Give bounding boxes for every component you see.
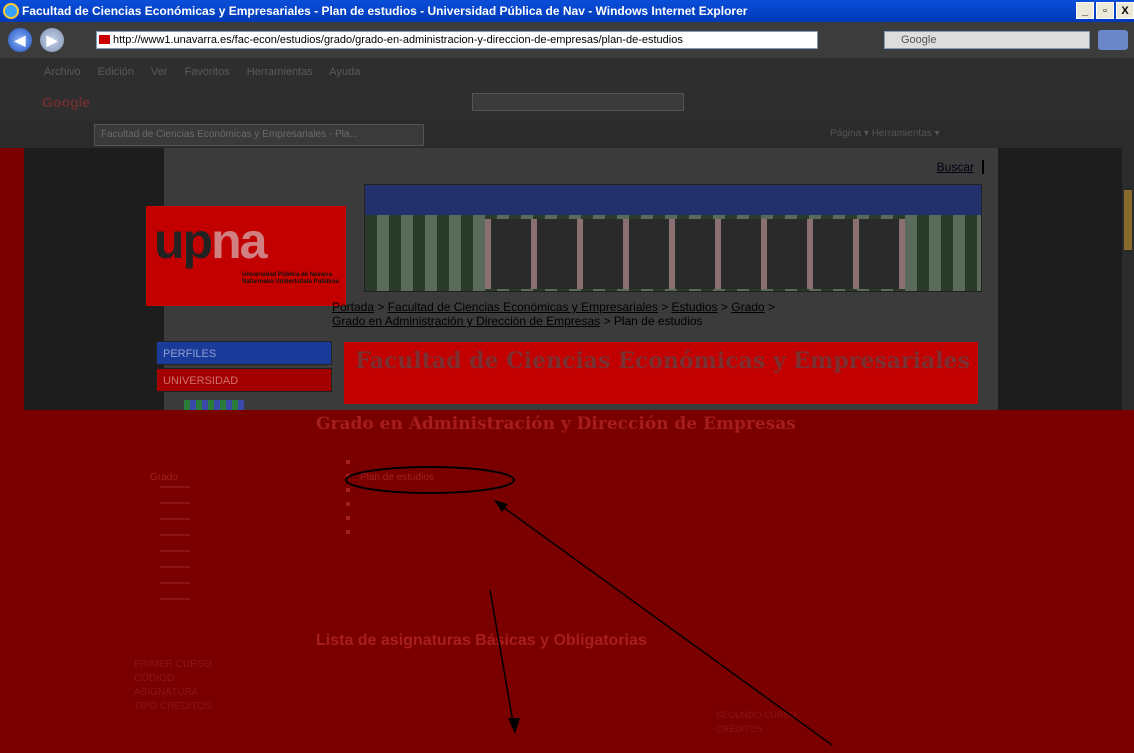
menu-item-herramientas[interactable]: Herramientas [247, 66, 313, 78]
address-bar: ◀ ▶ http://www1.unavarra.es/fac-econ/est… [0, 22, 1134, 58]
command-bar-tools[interactable]: Página ▾ Herramientas ▾ [830, 128, 940, 139]
sidebar-item-perfiles[interactable]: PERFILES [156, 341, 332, 365]
menu-item-ayuda[interactable]: Ayuda [329, 66, 360, 78]
asignatura-header: ASIGNATURA [134, 687, 199, 698]
url-text: http://www1.unavarra.es/fac-econ/estudio… [113, 34, 683, 46]
forward-button[interactable]: ▶ [40, 28, 64, 52]
upna-logo[interactable]: upna Universidad Pública de Navarra Nafa… [146, 206, 346, 306]
scrollbar-thumb[interactable] [1124, 190, 1132, 250]
breadcrumb-grado[interactable]: Grado [731, 300, 764, 314]
tab-facultad[interactable]: Facultad de Ciencias Económicas y Empres… [94, 124, 424, 146]
breadcrumb-facultad[interactable]: Facultad de Ciencias Económicas y Empres… [388, 300, 658, 314]
plan-de-estudios-link[interactable]: Plan de estudios [360, 472, 434, 483]
menu-item-edicion[interactable]: Edición [98, 66, 134, 78]
logo-na: na [211, 213, 267, 269]
codigo-header: CÓDIGO [134, 673, 175, 684]
minimize-button[interactable]: _ [1076, 2, 1094, 19]
back-button[interactable]: ◀ [8, 28, 32, 52]
search-field[interactable]: Google [884, 31, 1090, 49]
breadcrumb-portada[interactable]: Portada [332, 300, 374, 314]
google-toolbar: Google [0, 86, 1134, 120]
submenu-bullets [346, 460, 350, 540]
favicon-icon [99, 35, 110, 44]
tab-bar: Facultad de Ciencias Económicas y Empres… [0, 120, 1134, 148]
web-page: Buscar upna Universidad Pública de Navar… [146, 148, 998, 410]
breadcrumb-grado-adm[interactable]: Grado en Administración y Dirección de E… [332, 314, 600, 328]
window-title: Facultad de Ciencias Económicas y Empres… [22, 4, 748, 18]
side-menu-dots [160, 486, 190, 606]
campus-banner-image [364, 184, 982, 292]
google-logo[interactable]: Google [42, 94, 90, 110]
search-icon[interactable] [1098, 30, 1128, 50]
lista-asignaturas-title: Lista de asignaturas Básicas y Obligator… [316, 632, 647, 649]
second-course-headers: SEGUNDO CURSO CRÉDITOS [716, 708, 797, 736]
google-search-field[interactable] [472, 93, 684, 111]
language-flags-icon[interactable] [184, 400, 244, 410]
menu-item-archivo[interactable]: Archivo [44, 66, 81, 78]
segundo-curso-label: SEGUNDO CURSO [716, 710, 797, 720]
tipo-creditos-header: TIPO CRÉDITOS [134, 701, 212, 712]
grado-label: Grado [150, 472, 178, 483]
breadcrumb: Portada > Facultad de Ciencias Económica… [332, 300, 775, 328]
degree-title: Grado en Administración y Dirección de E… [316, 414, 796, 434]
menu-bar: Archivo Edición Ver Favoritos Herramient… [0, 58, 1134, 86]
window-title-bar: Facultad de Ciencias Económicas y Empres… [0, 0, 1134, 22]
faculty-heading: Facultad de Ciencias Económicas y Empres… [344, 342, 978, 404]
url-field[interactable]: http://www1.unavarra.es/fac-econ/estudio… [96, 31, 818, 49]
primer-curso-label: PRIMER CURSO [134, 659, 212, 670]
maximize-button[interactable]: ▫ [1096, 2, 1114, 19]
buscar-link[interactable]: Buscar [937, 160, 984, 174]
breadcrumb-current: Plan de estudios [613, 314, 703, 328]
logo-subtitle: Universidad Pública de Navarra Nafarroak… [242, 272, 339, 285]
course-table-headers: PRIMER CURSO CÓDIGO ASIGNATURA TIPO CRÉD… [134, 658, 212, 714]
internet-explorer-icon [3, 3, 19, 19]
sidebar-item-universidad[interactable]: UNIVERSIDAD [156, 368, 332, 392]
close-button[interactable]: X [1116, 2, 1134, 19]
logo-up: up [154, 213, 213, 269]
menu-item-ver[interactable]: Ver [151, 66, 168, 78]
breadcrumb-estudios[interactable]: Estudios [672, 300, 718, 314]
menu-item-favoritos[interactable]: Favoritos [184, 66, 229, 78]
vertical-scrollbar[interactable] [1122, 148, 1134, 410]
creditos-header: CRÉDITOS [716, 724, 763, 734]
